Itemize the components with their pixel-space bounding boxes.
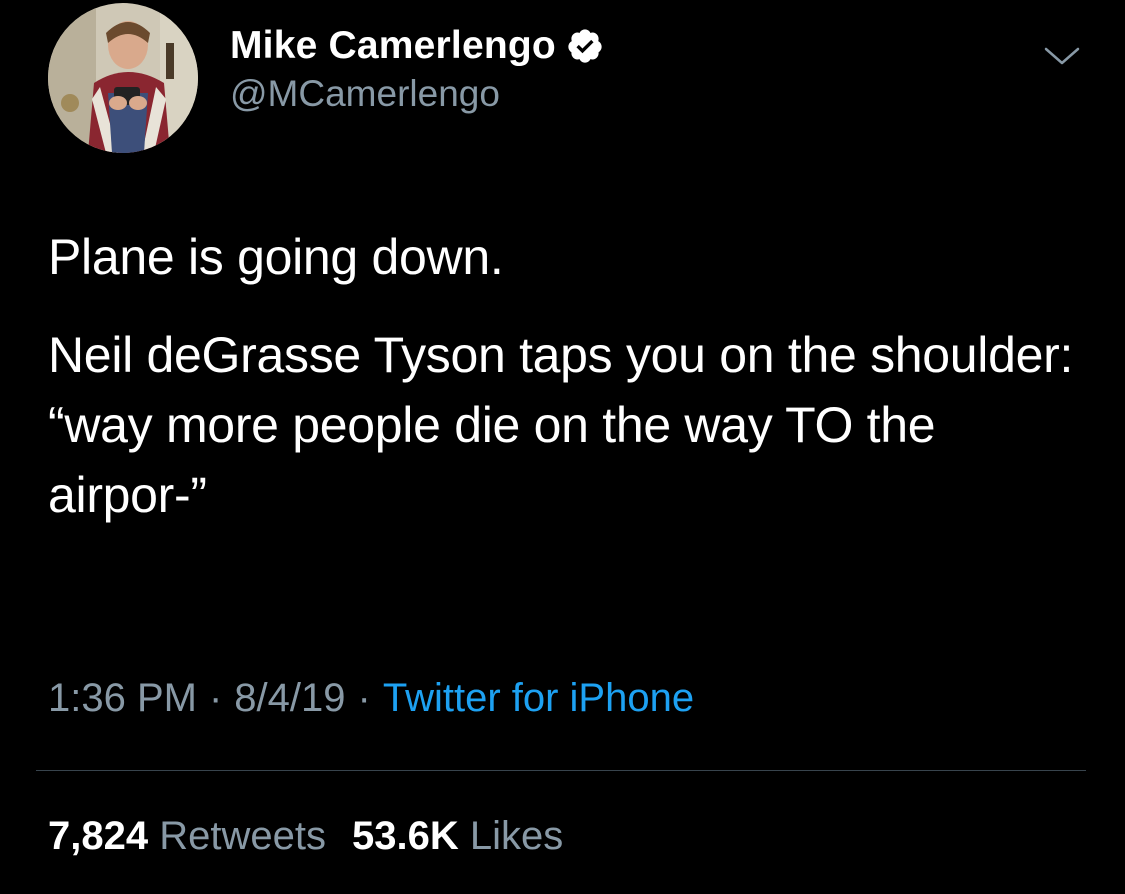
author-names: Mike Camerlengo @MCamerlengo	[230, 19, 604, 115]
retweets-stat[interactable]: 7,824 Retweets	[48, 814, 326, 858]
likes-stat[interactable]: 53.6K Likes	[352, 814, 563, 858]
tweet-meta: 1:36 PM · 8/4/19 · Twitter for iPhone	[48, 676, 694, 721]
meta-separator: ·	[357, 676, 371, 720]
likes-label: Likes	[469, 814, 564, 858]
divider	[36, 770, 1086, 771]
avatar[interactable]	[48, 3, 198, 153]
tweet-header: Mike Camerlengo @MCamerlengo	[48, 3, 1088, 153]
tweet-date[interactable]: 8/4/19	[234, 676, 345, 720]
likes-count: 53.6K	[351, 814, 459, 858]
tweet-stats: 7,824 Retweets 53.6K Likes	[48, 814, 563, 859]
display-name[interactable]: Mike Camerlengo	[230, 24, 556, 68]
tweet-paragraph: Neil deGrasse Tyson taps you on the shou…	[48, 327, 1074, 523]
tweet-source-link[interactable]: Twitter for iPhone	[383, 676, 694, 720]
tweet-text: Plane is going down. Neil deGrasse Tyson…	[48, 222, 1098, 558]
author-handle[interactable]: @MCamerlengo	[230, 73, 604, 115]
meta-separator: ·	[208, 676, 223, 720]
verified-badge-icon	[566, 27, 604, 65]
display-name-row: Mike Camerlengo	[230, 19, 604, 73]
retweets-label: Retweets	[159, 814, 326, 858]
tweet-paragraph: Plane is going down.	[48, 229, 504, 285]
tweet-time[interactable]: 1:36 PM	[48, 676, 197, 720]
chevron-down-icon[interactable]	[1042, 43, 1082, 69]
retweets-count: 7,824	[48, 814, 149, 858]
